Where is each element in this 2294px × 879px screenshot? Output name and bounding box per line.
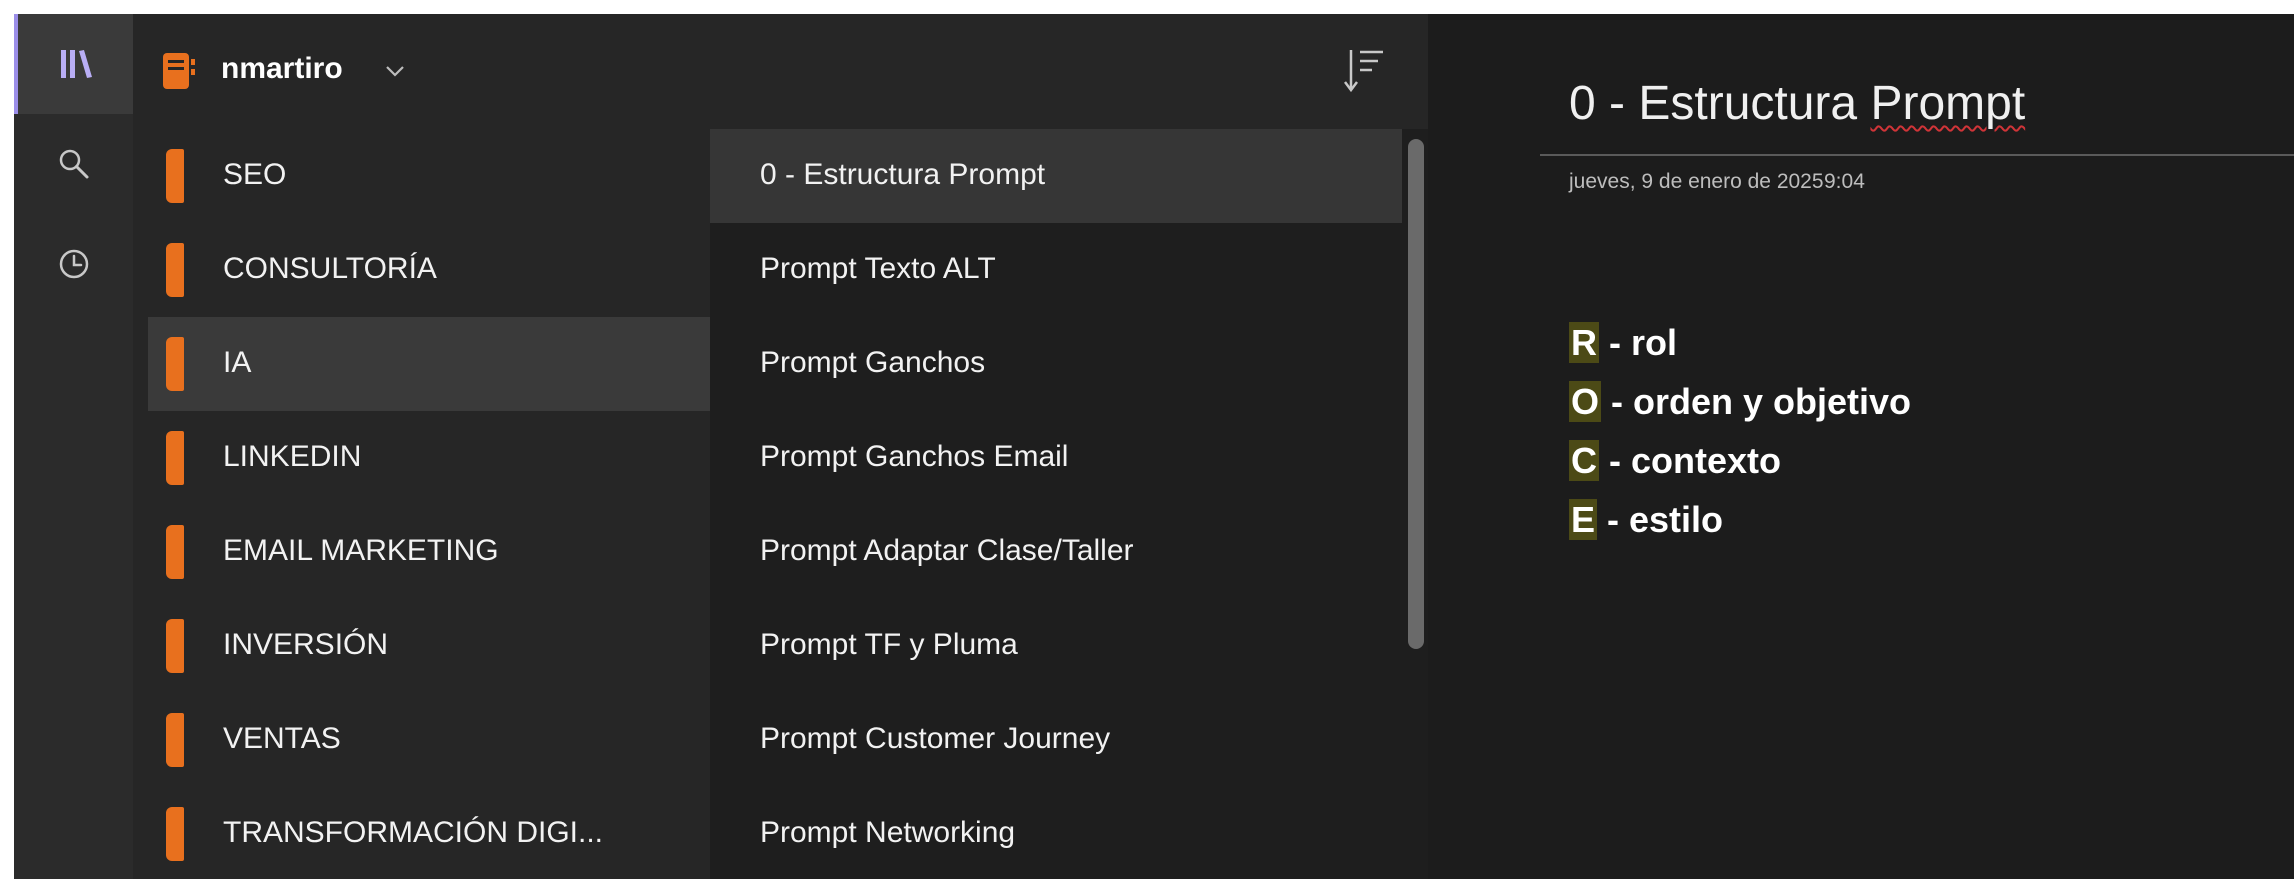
section-label: TRANSFORMACIÓN DIGI... (223, 816, 604, 849)
page-item[interactable]: Prompt TF y Pluma (710, 599, 1402, 693)
page-time: 9:04 (1824, 170, 1865, 193)
section-item-transformacion-digital[interactable]: TRANSFORMACIÓN DIGI... (133, 787, 710, 879)
section-tab-icon (166, 807, 184, 861)
page-item[interactable]: Prompt Ganchos (710, 317, 1402, 411)
section-label: IA (223, 346, 252, 379)
page-label: Prompt Texto ALT (760, 252, 996, 285)
page-title[interactable]: 0 - Estructura Prompt (1569, 76, 2025, 131)
line-text: - contexto (1599, 440, 1782, 481)
page-label: Prompt Ganchos (760, 346, 986, 379)
section-item-ia[interactable]: IA (148, 317, 710, 411)
line-text: - orden y objetivo (1601, 381, 1912, 422)
sort-icon[interactable] (1343, 46, 1385, 96)
line-text: - rol (1599, 322, 1677, 363)
section-label: VENTAS (223, 722, 341, 755)
highlighted-letter: O (1569, 381, 1602, 422)
section-tab-icon (166, 713, 184, 767)
page-date: jueves, 9 de enero de 2025 (1569, 170, 1824, 193)
section-tab-icon (166, 525, 184, 579)
section-label: LINKEDIN (223, 440, 362, 473)
section-tab-icon (166, 243, 184, 297)
page-label: Prompt Networking (760, 816, 1016, 849)
page-label: Prompt Ganchos Email (760, 440, 1069, 473)
highlighted-letter: C (1569, 440, 1599, 481)
library-icon (60, 50, 92, 78)
library-button[interactable] (14, 14, 133, 114)
page-item[interactable]: Prompt Adaptar Clase/Taller (710, 505, 1402, 599)
note-line[interactable]: R - rol (1569, 322, 1677, 364)
section-list: SEO CONSULTORÍA IA LINKEDIN EMAIL MARKET… (133, 129, 710, 879)
search-button[interactable] (14, 114, 133, 214)
notebook-header: nmartiro (133, 14, 1428, 129)
page-item[interactable]: 0 - Estructura Prompt (710, 129, 1402, 223)
page-item[interactable]: Prompt Texto ALT (710, 223, 1402, 317)
title-misspelled-word: Prompt (1870, 77, 2026, 130)
line-text: - estilo (1597, 499, 1724, 540)
notebook-icon (163, 53, 195, 89)
section-item-email-marketing[interactable]: EMAIL MARKETING (133, 505, 710, 599)
page-list-scrollbar[interactable] (1408, 139, 1424, 649)
chevron-down-icon[interactable] (385, 64, 405, 78)
section-label: SEO (223, 158, 287, 191)
section-item-consultoria[interactable]: CONSULTORÍA (133, 223, 710, 317)
page-item[interactable]: Prompt Ganchos Email (710, 411, 1402, 505)
title-divider (1540, 154, 2294, 156)
section-item-inversion[interactable]: INVERSIÓN (133, 599, 710, 693)
section-label: EMAIL MARKETING (223, 534, 499, 567)
navigation-rail (14, 14, 133, 879)
section-tab-icon (166, 619, 184, 673)
highlighted-letter: E (1569, 499, 1598, 540)
section-label: INVERSIÓN (223, 628, 389, 661)
section-tab-icon (166, 337, 184, 391)
section-item-ventas[interactable]: VENTAS (133, 693, 710, 787)
section-tab-icon (166, 149, 184, 203)
notebook-name[interactable]: nmartiro (221, 52, 343, 86)
note-line[interactable]: E - estilo (1569, 499, 1723, 541)
title-text: 0 - Estructura (1569, 77, 1871, 130)
page-item[interactable]: Prompt Customer Journey (710, 693, 1402, 787)
note-line[interactable]: O - orden y objetivo (1569, 381, 1911, 423)
note-line[interactable]: C - contexto (1569, 440, 1781, 482)
section-item-linkedin[interactable]: LINKEDIN (133, 411, 710, 505)
note-canvas[interactable]: 0 - Estructura Prompt jueves, 9 de enero… (1428, 14, 2294, 879)
highlighted-letter: R (1569, 322, 1599, 363)
page-label: 0 - Estructura Prompt (760, 158, 1046, 191)
section-item-seo[interactable]: SEO (133, 129, 710, 223)
page-label: Prompt Adaptar Clase/Taller (760, 534, 1134, 567)
page-list: 0 - Estructura Prompt Prompt Texto ALT P… (710, 129, 1428, 879)
onenote-window: nmartiro SEO CONSULTORÍA IA LINKEDIN EMA… (14, 14, 2294, 879)
page-item[interactable]: Prompt Networking (710, 787, 1402, 879)
search-icon (59, 149, 88, 179)
section-label: CONSULTORÍA (223, 252, 437, 285)
clock-icon (59, 249, 88, 279)
page-label: Prompt TF y Pluma (760, 628, 1018, 661)
section-tab-icon (166, 431, 184, 485)
page-label: Prompt Customer Journey (760, 722, 1111, 755)
recent-button[interactable] (14, 214, 133, 314)
